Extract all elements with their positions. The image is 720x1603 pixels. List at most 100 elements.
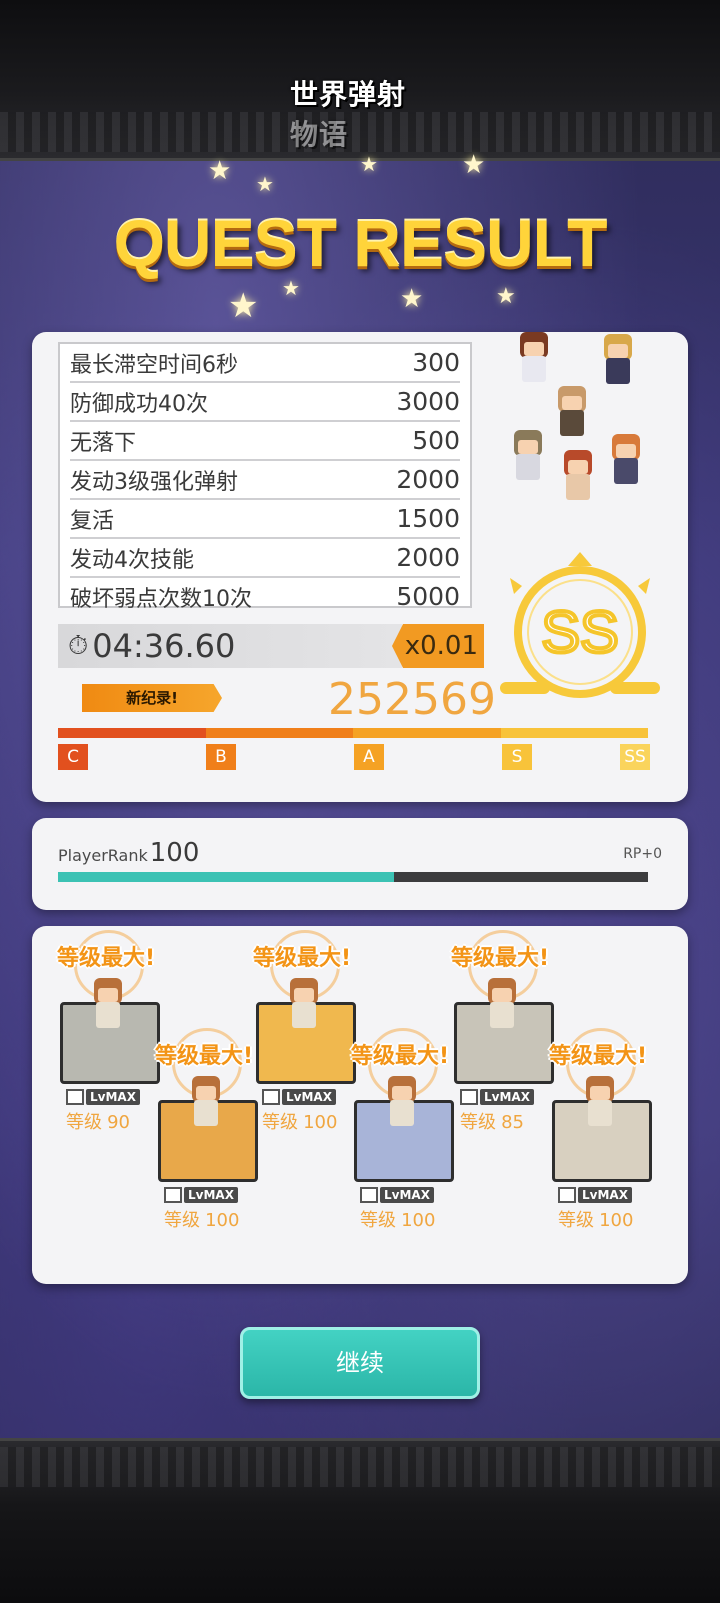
max-level-label: 等级最大! (154, 1044, 254, 1069)
rp-gain: RP+0 (623, 846, 662, 862)
character-sprite (88, 978, 128, 1036)
lvmax-text: LvMAX (480, 1089, 534, 1105)
level-value: 100 (599, 1210, 634, 1231)
character-level: 等级 90 (66, 1108, 130, 1134)
star-icon: ★ (496, 284, 516, 309)
rank-marker-c: C (58, 744, 88, 770)
level-value: 85 (501, 1112, 524, 1133)
lvmax-tag: LvMAX (360, 1186, 434, 1204)
checkbox-icon (360, 1187, 378, 1203)
mission-value: 1500 (396, 504, 460, 533)
mission-value: 2000 (396, 543, 460, 572)
character-sprite (580, 1076, 620, 1134)
character-level: 等级 100 (360, 1206, 435, 1232)
max-level-label: 等级最大! (350, 1044, 450, 1069)
character-slot[interactable]: 等级最大! LvMAX 等级 90 (56, 930, 166, 1133)
player-rank-value: 100 (149, 838, 200, 868)
character-slot[interactable]: 等级最大! LvMAX 等级 100 (548, 1028, 658, 1231)
continue-button[interactable]: 继续 (240, 1327, 480, 1399)
total-score: 252569 (328, 674, 496, 725)
max-level-label: 等级最大! (548, 1044, 648, 1069)
rank-marker-b: B (206, 744, 236, 770)
character-level: 等级 85 (460, 1108, 524, 1134)
lvmax-text: LvMAX (578, 1187, 632, 1203)
player-rank: PlayerRank100 (58, 838, 199, 868)
mission-label: 破坏弱点次数10次 (70, 586, 252, 612)
character-sprite (482, 978, 522, 1036)
logo-text: 世界弹射物语 (290, 78, 407, 151)
mission-value: 5000 (396, 582, 460, 611)
top-bar: 世界弹射物语 (0, 0, 720, 161)
result-panel: 最长滞空时间6秒 300 防御成功40次 3000 无落下 500 发动3级强化弹射 2… (32, 332, 688, 802)
max-level-label: 等级最大! (450, 946, 550, 971)
lvmax-tag: LvMAX (66, 1088, 140, 1106)
mission-label: 复活 (70, 508, 115, 534)
character-slot[interactable]: 等级最大! LvMAX 等级 100 (350, 1028, 460, 1231)
star-icon: ★ (360, 152, 378, 176)
character-sprite (558, 450, 598, 508)
rank-marker-ss: SS (620, 744, 650, 770)
character-level: 等级 100 (558, 1206, 633, 1232)
character-sprite (514, 332, 554, 390)
level-prefix: 等级 (262, 1112, 298, 1133)
rank-track-segment (500, 728, 648, 738)
star-icon: ★ (462, 150, 486, 180)
level-prefix: 等级 (164, 1210, 200, 1231)
clear-time-value: 04:36.60 (92, 627, 236, 665)
level-value: 100 (205, 1210, 240, 1231)
player-rank-progress-fill (58, 872, 395, 882)
mission-value: 2000 (396, 465, 460, 494)
checkbox-icon (460, 1089, 478, 1105)
character-sprite (598, 334, 638, 392)
rank-marker-a: A (354, 744, 384, 770)
mission-row: 发动3级强化弹射 2000 (70, 461, 460, 500)
level-prefix: 等级 (66, 1112, 102, 1133)
lvmax-text: LvMAX (86, 1089, 140, 1105)
mission-row: 发动4次技能 2000 (70, 539, 460, 578)
lvmax-text: LvMAX (184, 1187, 238, 1203)
mission-value: 500 (412, 426, 460, 455)
lvmax-tag: LvMAX (262, 1088, 336, 1106)
rank-track-segment (205, 728, 353, 738)
quest-result-title: QUEST RESULT (113, 206, 608, 280)
mission-row: 无落下 500 (70, 422, 460, 461)
level-value: 90 (107, 1112, 130, 1133)
star-icon: ★ (228, 286, 259, 326)
character-slot[interactable]: 等级最大! LvMAX 等级 85 (450, 930, 560, 1133)
player-rank-panel: PlayerRank100 RP+0 (32, 818, 688, 910)
max-level-label: 等级最大! (56, 946, 156, 971)
rank-grade-text: SS (541, 600, 618, 665)
mission-value: 3000 (396, 387, 460, 416)
lvmax-text: LvMAX (380, 1187, 434, 1203)
star-icon: ★ (256, 172, 274, 196)
mission-row: 复活 1500 (70, 500, 460, 539)
lvmax-text: LvMAX (282, 1089, 336, 1105)
level-value: 100 (401, 1210, 436, 1231)
mission-label: 发动3级强化弹射 (70, 469, 238, 495)
mission-row: 防御成功40次 3000 (70, 383, 460, 422)
rank-emblem: SS (500, 552, 660, 698)
rank-track-segment (58, 728, 206, 738)
character-slot[interactable]: 等级最大! LvMAX 等级 100 (154, 1028, 264, 1231)
character-sprite (552, 386, 592, 444)
party-sprites (502, 326, 682, 516)
character-slot[interactable]: 等级最大! LvMAX 等级 100 (252, 930, 362, 1133)
max-level-label: 等级最大! (252, 946, 352, 971)
mission-value: 300 (412, 348, 460, 377)
clear-time: ⏱ 04:36.60 (58, 624, 402, 668)
character-level: 等级 100 (164, 1206, 239, 1232)
level-prefix: 等级 (360, 1210, 396, 1231)
level-prefix: 等级 (558, 1210, 594, 1231)
star-icon: ★ (208, 156, 232, 186)
character-level: 等级 100 (262, 1108, 337, 1134)
character-sprite (284, 978, 324, 1036)
checkbox-icon (262, 1089, 280, 1105)
rank-marker-s: S (502, 744, 532, 770)
lvmax-tag: LvMAX (164, 1186, 238, 1204)
level-value: 100 (303, 1112, 338, 1133)
mission-score-table: 最长滞空时间6秒 300 防御成功40次 3000 无落下 500 发动3级强化弹射 2… (58, 342, 472, 612)
time-multiplier: x0.01 (392, 624, 484, 668)
character-sprite (606, 434, 646, 492)
mission-row: 最长滞空时间6秒 300 (70, 344, 460, 383)
star-icon: ★ (400, 284, 424, 314)
